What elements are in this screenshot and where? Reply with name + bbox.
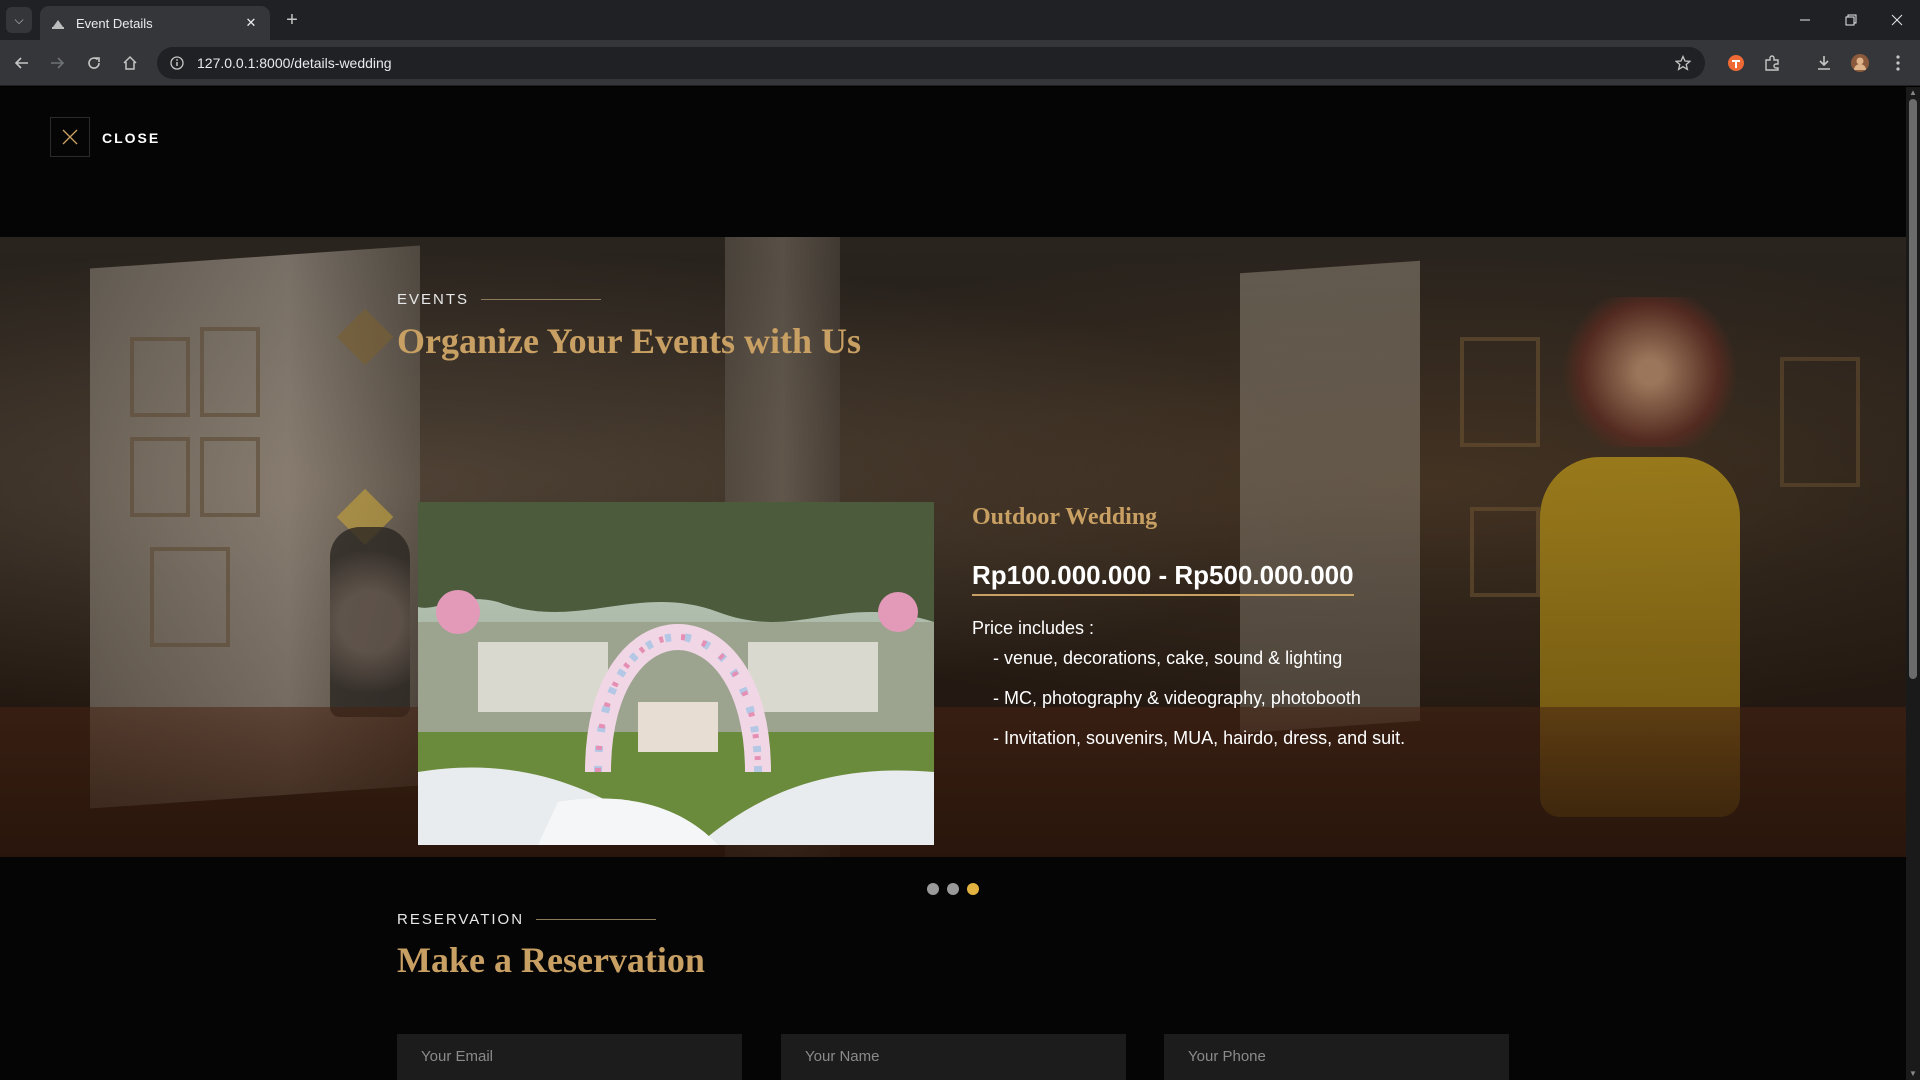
minimize-icon[interactable]	[1782, 0, 1828, 40]
extensions-puzzle-icon[interactable]	[1762, 53, 1782, 73]
browser-tab-bar: ⌵ Event Details ✕ +	[0, 0, 1920, 40]
tab-list-chevron-icon[interactable]: ⌵	[6, 7, 32, 33]
favicon-icon	[50, 15, 66, 31]
bookmark-star-icon[interactable]	[1673, 53, 1693, 73]
back-arrow-icon[interactable]	[8, 49, 36, 77]
tab-close-icon[interactable]: ✕	[242, 14, 260, 32]
events-title: Organize Your Events with Us	[397, 321, 862, 361]
download-icon[interactable]	[1814, 53, 1834, 73]
costume-headdress	[1550, 297, 1750, 447]
scroll-down-arrow-icon[interactable]: ▼	[1909, 1070, 1917, 1078]
event-photo[interactable]	[418, 502, 934, 845]
window-close-icon[interactable]	[1874, 0, 1920, 40]
new-tab-plus-icon[interactable]: +	[280, 8, 304, 32]
price-includes-label: Price includes :	[972, 618, 1095, 638]
scrollbar-thumb[interactable]	[1909, 99, 1917, 679]
browser-tab[interactable]: Event Details ✕	[40, 6, 270, 40]
frame-art	[1780, 357, 1860, 487]
browser-toolbar: 127.0.0.1:8000/details-wedding	[0, 40, 1920, 86]
gallery-floor	[0, 707, 1906, 857]
frame-art	[1470, 507, 1540, 597]
frame-art	[200, 327, 260, 417]
close-x-icon	[62, 129, 78, 145]
frame-art	[1460, 337, 1540, 447]
carousel-dot-2[interactable]	[947, 883, 959, 895]
home-icon[interactable]	[116, 49, 144, 77]
event-name: Outdoor Wedding	[972, 504, 1158, 530]
reload-icon[interactable]	[80, 49, 108, 77]
tab-title: Event Details	[76, 15, 153, 31]
phone-field[interactable]: Your Phone	[1164, 1034, 1509, 1080]
carousel-dots	[927, 883, 979, 895]
page-viewport: CLOSE EVENTS Organize Your Events with U…	[0, 87, 1906, 1080]
include-item: - Invitation, souvenirs, MUA, hairdo, dr…	[993, 728, 1406, 748]
close-button[interactable]	[50, 117, 90, 157]
name-field[interactable]: Your Name	[781, 1034, 1126, 1080]
email-field[interactable]: Your Email	[397, 1034, 742, 1080]
carousel-dot-1[interactable]	[927, 883, 939, 895]
url-text: 127.0.0.1:8000/details-wedding	[197, 55, 392, 71]
frame-art	[200, 437, 260, 517]
scroll-up-arrow-icon[interactable]: ▲	[1909, 89, 1917, 97]
include-item: - MC, photography & videography, photobo…	[993, 688, 1361, 708]
forward-arrow-icon[interactable]	[43, 49, 71, 77]
menu-kebab-icon[interactable]	[1888, 53, 1908, 73]
include-item: - venue, decorations, cake, sound & ligh…	[993, 648, 1343, 668]
page-scrollbar[interactable]: ▲ ▼	[1906, 87, 1920, 1080]
events-tag-line	[481, 299, 602, 300]
frame-art	[130, 437, 190, 517]
event-price: Rp100.000.000 - Rp500.000.000	[972, 560, 1354, 596]
reservation-tag: RESERVATION	[397, 911, 657, 928]
close-label[interactable]: CLOSE	[102, 130, 160, 146]
carousel-dot-3[interactable]	[967, 883, 979, 895]
extension-red-icon[interactable]	[1726, 53, 1746, 73]
site-info-icon[interactable]	[169, 55, 185, 71]
reservation-title: Make a Reservation	[397, 940, 705, 980]
restore-icon[interactable]	[1828, 0, 1874, 40]
frame-art	[150, 547, 230, 647]
reservation-tag-label: RESERVATION	[397, 911, 525, 928]
frame-art	[130, 337, 190, 417]
profile-avatar-icon[interactable]	[1850, 53, 1870, 73]
events-tag: EVENTS	[397, 291, 602, 308]
reservation-tag-line	[536, 919, 657, 920]
hero-background	[0, 237, 1906, 857]
events-tag-label: EVENTS	[397, 291, 470, 308]
address-bar[interactable]: 127.0.0.1:8000/details-wedding	[157, 47, 1705, 79]
mannequin-dress	[330, 527, 410, 717]
